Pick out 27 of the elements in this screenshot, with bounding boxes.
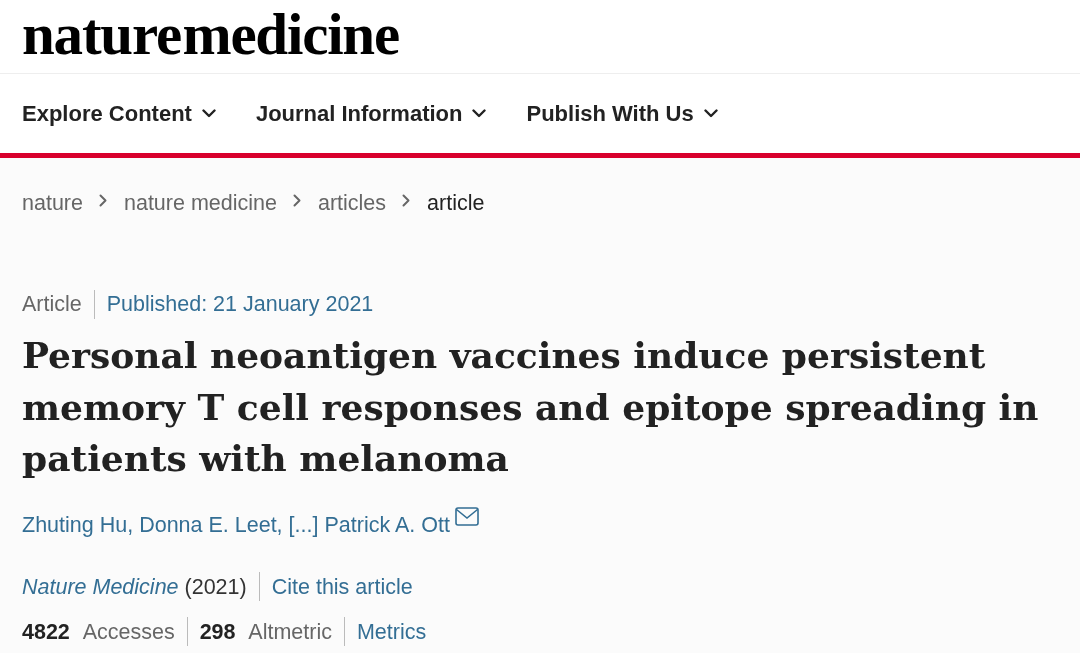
chevron-right-icon <box>98 193 107 207</box>
cite-link[interactable]: Cite this article <box>271 574 413 599</box>
chevron-right-icon <box>402 193 411 207</box>
chevron-right-icon <box>292 193 301 207</box>
breadcrumb-link[interactable]: nature medicine <box>123 191 277 215</box>
metrics-link[interactable]: Metrics <box>356 619 427 644</box>
nav-menu-button[interactable]: Publish With Us <box>526 100 718 127</box>
author-link[interactable]: Donna E. Leet, <box>139 512 283 537</box>
nav-menu-button[interactable]: Journal Information <box>255 100 487 127</box>
author-link[interactable]: Zhuting Hu, <box>22 512 134 537</box>
chevron-down-icon <box>703 109 718 118</box>
metric-count: 298 Altmetric <box>199 619 332 644</box>
article-type: Article <box>22 292 82 316</box>
publication-year: (2021) <box>184 574 247 599</box>
metric-count: 4822 Accesses <box>22 619 175 644</box>
article-title: Personal neoantigen vaccines induce persistent memory T cell responses and epitope spreading in patients with melanoma <box>22 333 1040 481</box>
chevron-down-icon <box>472 109 487 118</box>
author-link[interactable]: Patrick A. Ott <box>324 512 450 537</box>
breadcrumb-link[interactable]: nature <box>22 191 83 215</box>
author-link[interactable]: [...] <box>288 512 319 537</box>
envelope-icon[interactable] <box>454 506 479 526</box>
breadcrumb-link[interactable]: articles <box>317 191 387 215</box>
chevron-down-icon <box>201 109 216 118</box>
breadcrumb-current: article <box>427 191 485 215</box>
publish-date-link[interactable]: Published: 21 January 2021 <box>106 292 374 316</box>
nav-menu-button[interactable]: Explore Content <box>22 100 216 127</box>
journal-link[interactable]: Nature Medicine <box>22 574 179 599</box>
